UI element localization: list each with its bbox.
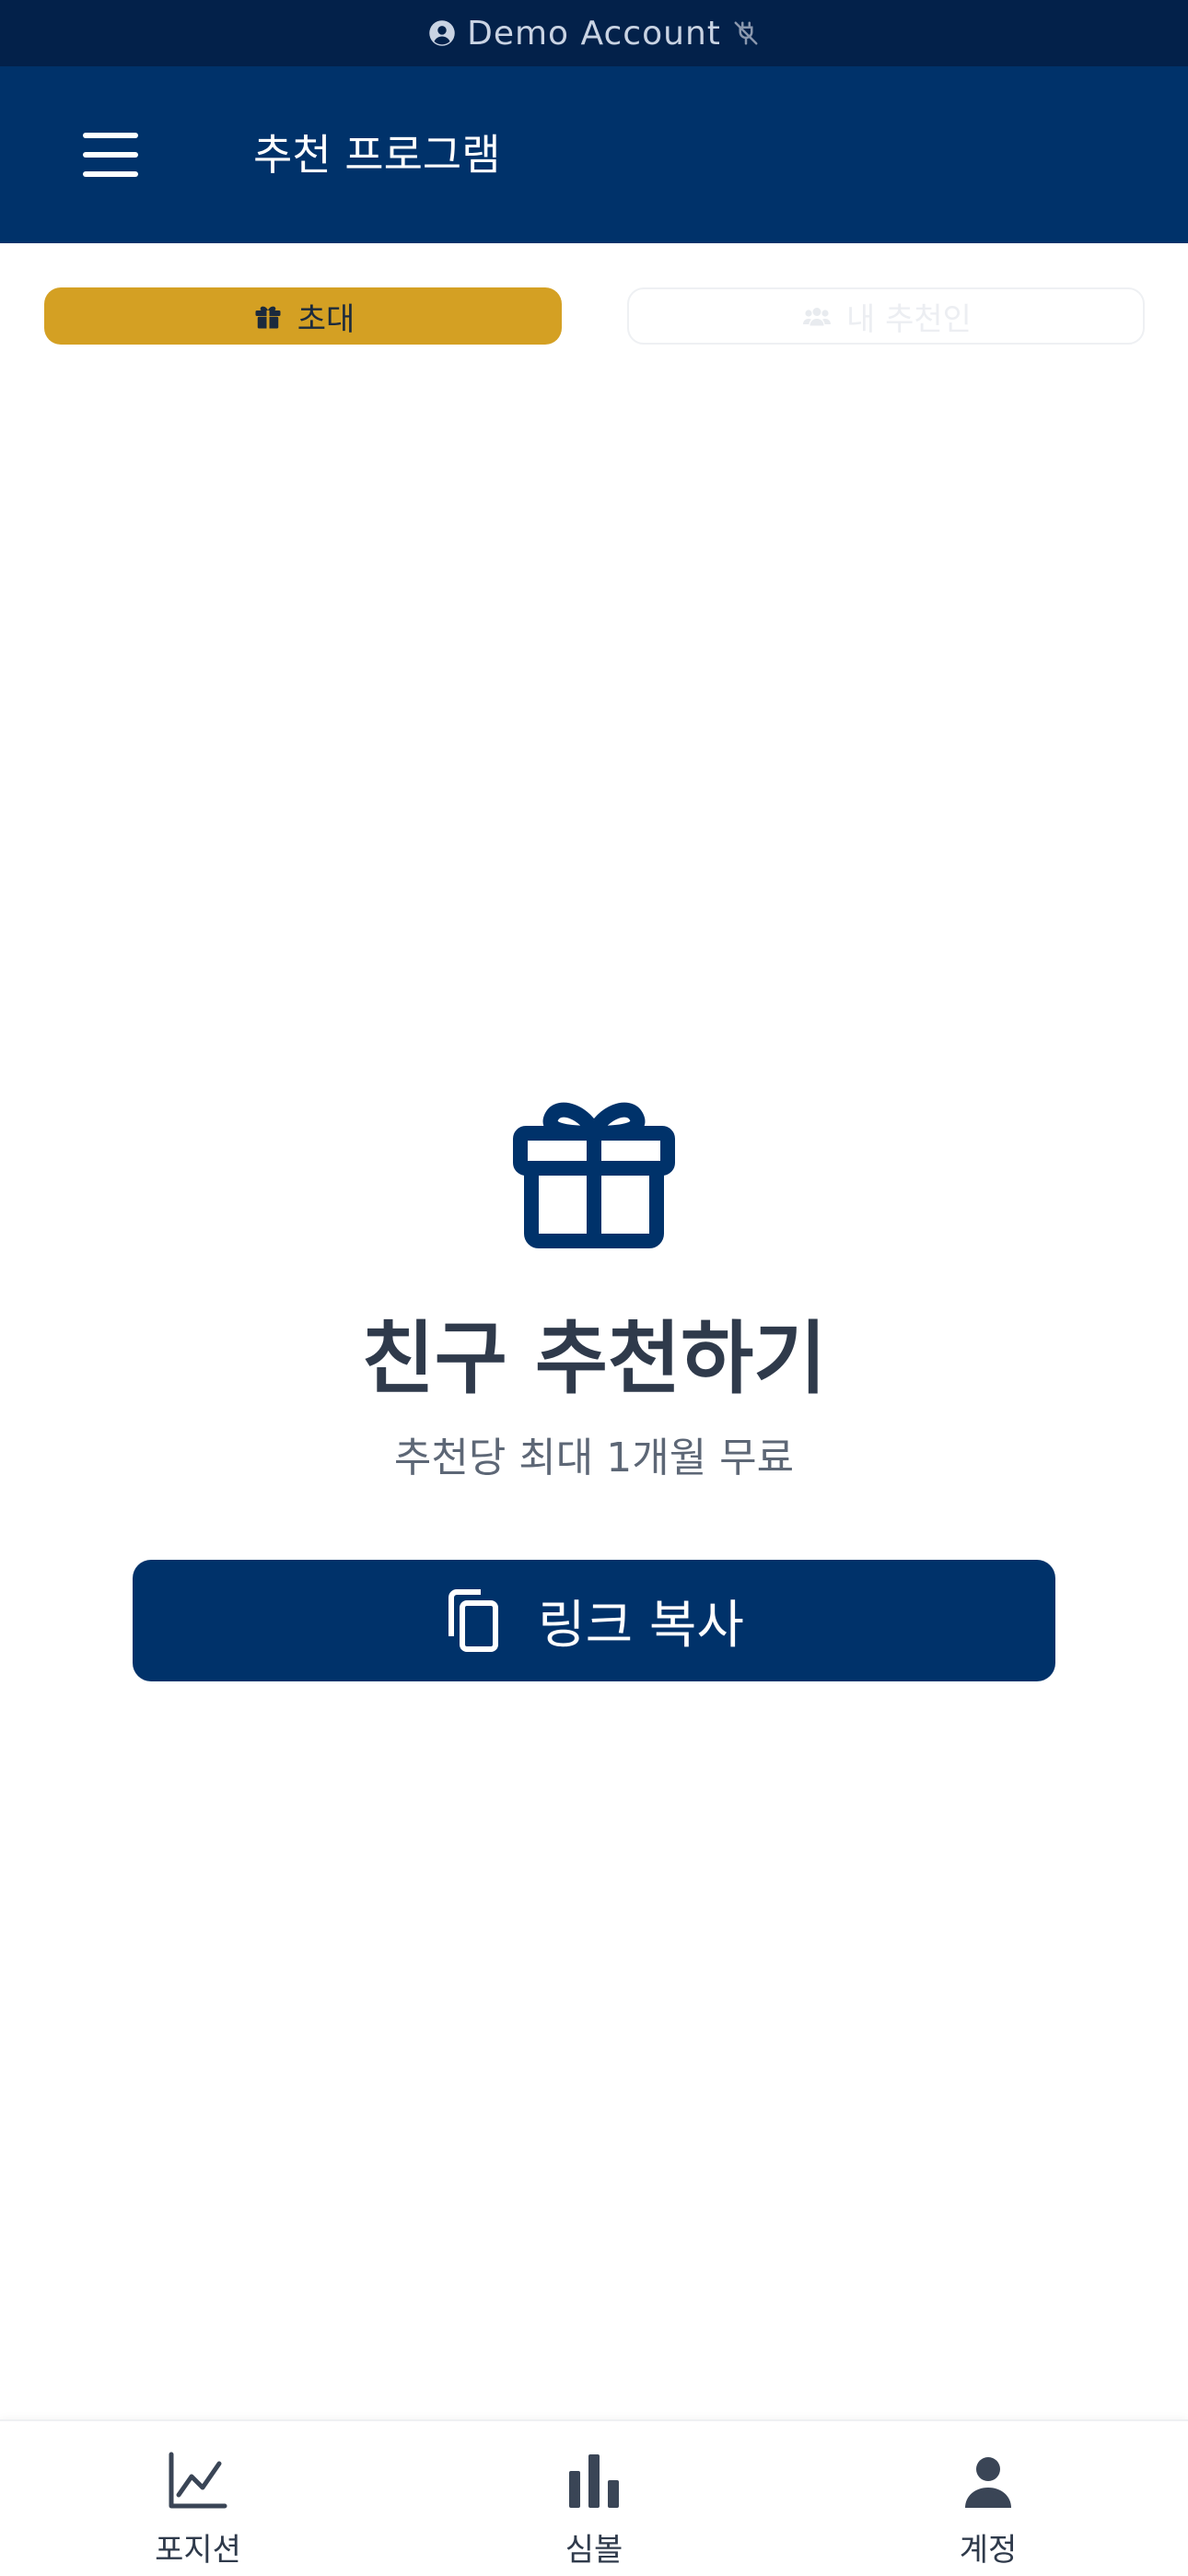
gift-icon — [251, 299, 285, 333]
tab-my-referrals[interactable]: 내 추천인 — [627, 287, 1145, 345]
bar-chart-icon — [562, 2449, 626, 2513]
nav-item-account[interactable]: 계정 — [878, 2449, 1099, 2569]
chart-line-icon — [166, 2449, 230, 2513]
copy-link-button[interactable]: 링크 복사 — [133, 1560, 1055, 1681]
tab-invite-label: 초대 — [297, 300, 355, 338]
gift-icon — [511, 1096, 677, 1248]
nav-label-positions: 포지션 — [155, 2532, 241, 2569]
user-circle-icon — [428, 19, 456, 47]
nav-item-symbols[interactable]: 심볼 — [483, 2449, 705, 2569]
bottom-navigation: 포지션 심볼 계정 — [0, 2419, 1188, 2576]
nav-item-positions[interactable]: 포지션 — [87, 2449, 309, 2569]
tab-my-referrals-label: 내 추천인 — [846, 300, 972, 338]
plug-off-icon — [732, 19, 760, 47]
demo-account-label: Demo Account — [467, 14, 721, 53]
referral-title: 친구 추천하기 — [361, 1313, 827, 1405]
tab-invite[interactable]: 초대 — [44, 287, 562, 345]
demo-account-bar: Demo Account — [0, 0, 1188, 66]
nav-label-symbols: 심볼 — [565, 2532, 623, 2569]
hamburger-menu-icon[interactable] — [83, 133, 138, 177]
user-icon — [956, 2449, 1020, 2513]
referral-subtitle: 추천당 최대 1개월 무료 — [393, 1434, 795, 1481]
referral-program-screen: Demo Account 추천 프로그램 초대 내 추천인 친구 추천하기 추천… — [0, 0, 1188, 2576]
users-icon — [800, 299, 833, 333]
nav-label-account: 계정 — [959, 2532, 1018, 2569]
app-header: 추천 프로그램 — [0, 66, 1188, 243]
copy-link-label: 링크 복사 — [538, 1595, 744, 1656]
page-title: 추천 프로그램 — [253, 130, 501, 180]
copy-icon — [444, 1588, 501, 1653]
